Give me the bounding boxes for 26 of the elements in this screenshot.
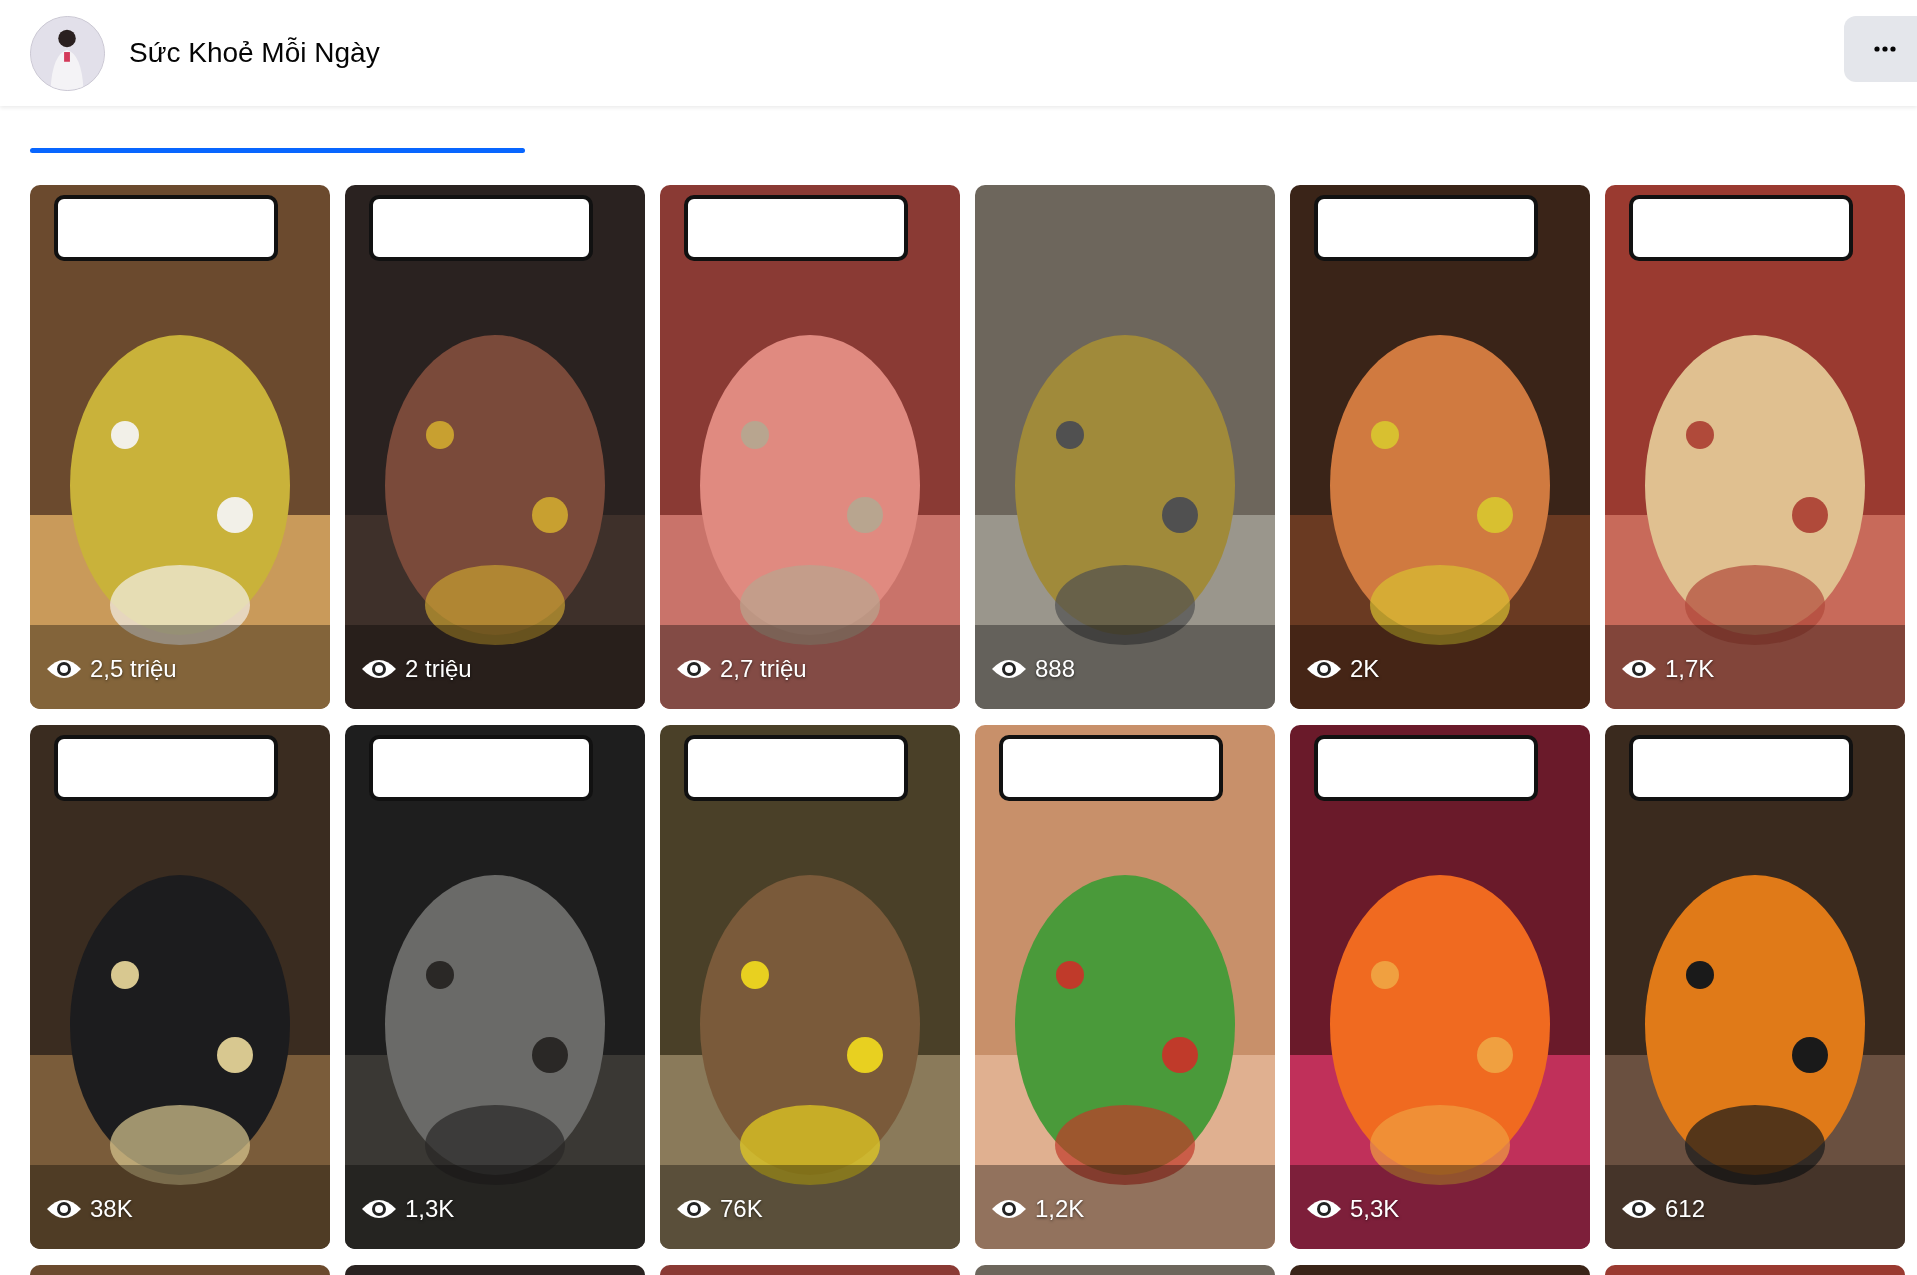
- view-count: 76K: [720, 1194, 763, 1224]
- eye-icon: [46, 657, 82, 681]
- view-count: 888: [1035, 654, 1076, 684]
- view-count: 1,2K: [1035, 1194, 1085, 1224]
- eye-icon: [991, 1197, 1027, 1221]
- eye-icon: [1306, 1197, 1342, 1221]
- eye-icon: [991, 657, 1027, 681]
- eye-icon: [1621, 1197, 1657, 1221]
- view-count: 1,7K: [1665, 654, 1715, 684]
- view-count: 1,3K: [405, 1194, 455, 1224]
- view-count: 38K: [90, 1194, 133, 1224]
- eye-icon: [676, 1197, 712, 1221]
- page-name[interactable]: Sức Khoẻ Mỗi Ngày: [129, 32, 380, 74]
- view-count: 5,3K: [1350, 1194, 1400, 1224]
- view-count: 2 triệu: [405, 654, 472, 684]
- eye-icon: [1621, 657, 1657, 681]
- eye-icon: [361, 1197, 397, 1221]
- more-icon: [1873, 46, 1896, 52]
- view-count: 2K: [1350, 654, 1380, 684]
- view-count: 2,5 triệu: [90, 654, 177, 684]
- view-count: 2,7 triệu: [720, 654, 807, 684]
- eye-icon: [676, 657, 712, 681]
- eye-icon: [1306, 657, 1342, 681]
- view-count: 612: [1665, 1194, 1706, 1224]
- eye-icon: [46, 1197, 82, 1221]
- eye-icon: [361, 657, 397, 681]
